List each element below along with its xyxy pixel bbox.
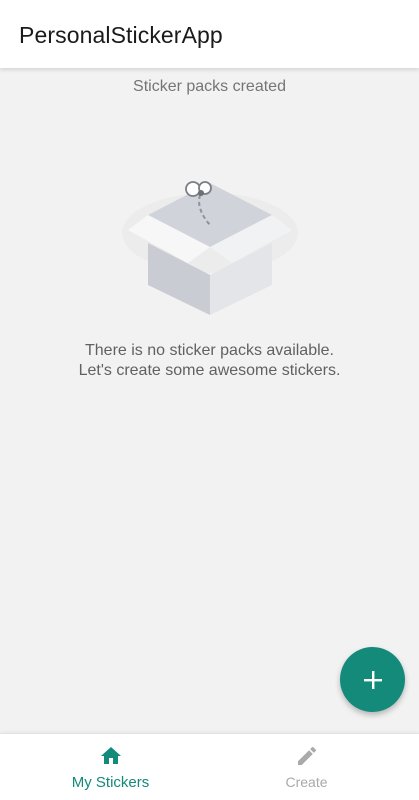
app-title: PersonalStickerApp [19,22,223,48]
nav-item-label: My Stickers [71,774,150,791]
home-icon [100,747,121,764]
empty-state-line-1: There is no sticker packs available. [85,342,334,359]
app-bar: PersonalStickerApp [0,0,419,68]
app-screen: PersonalStickerApp Sticker packs created [0,0,419,800]
nav-item-create[interactable]: Create [202,734,411,800]
pencil-icon [297,746,316,765]
plus-icon [363,670,382,689]
nav-item-label: Create [285,774,328,790]
empty-state-line-2: Let's create some awesome stickers. [78,362,341,379]
bottom-navigation: My Stickers Create [0,733,419,800]
nav-item-my-stickers[interactable]: My Stickers [6,734,215,800]
add-sticker-pack-button[interactable] [340,647,405,712]
empty-state-message: There is no sticker packs available. Let… [0,341,419,381]
empty-box-illustration [122,181,298,315]
section-title: Sticker packs created [133,78,286,95]
